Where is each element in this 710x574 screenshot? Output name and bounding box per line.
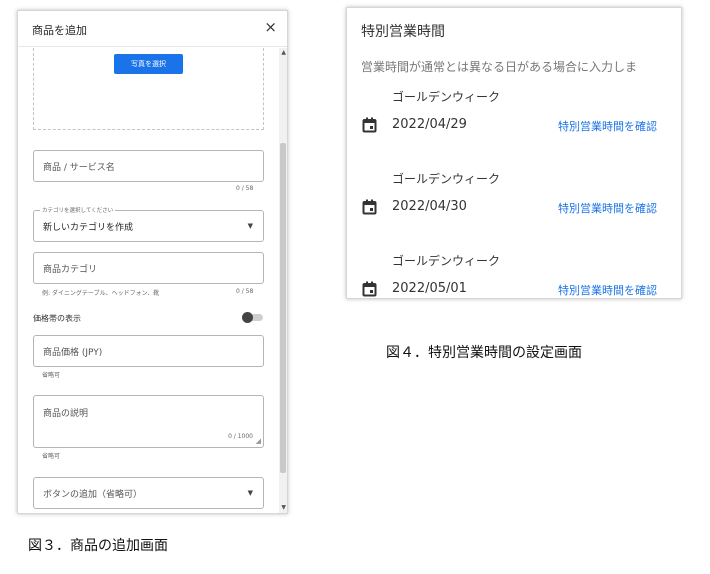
figure-4-caption: 図４．特別営業時間の設定画面 — [386, 345, 582, 361]
price-range-label: 価格帯の表示 — [33, 314, 81, 323]
resize-grip-icon[interactable]: ◢ — [256, 437, 261, 445]
product-description-counter: 0 / 1000 — [228, 433, 253, 440]
product-price-field[interactable]: 商品価格 (JPY) — [33, 335, 264, 367]
product-name-field[interactable]: 商品 / サービス名 — [33, 150, 264, 182]
figure-3-caption: 図３．商品の追加画面 — [28, 538, 168, 554]
scroll-down-arrow-icon[interactable]: ▼ — [281, 504, 286, 511]
entry-name: ゴールデンウィーク — [392, 172, 501, 186]
entry-name: ゴールデンウィーク — [392, 90, 501, 104]
product-category-placeholder: 商品カテゴリ — [43, 265, 98, 275]
special-hours-description: 営業時間が通常とは異なる日がある場合に入力しま — [361, 60, 638, 74]
add-button-placeholder: ボタンの追加（省略可） — [43, 490, 143, 500]
close-icon[interactable]: × — [264, 18, 277, 36]
entry-date: 2022/04/30 — [392, 199, 467, 214]
product-description-field[interactable]: 商品の説明 0 / 1000 ◢ — [33, 395, 264, 448]
view-special-hours-link[interactable]: 特別営業時間を確認 — [558, 200, 657, 216]
chevron-down-icon: ▼ — [247, 222, 253, 230]
photo-upload-area[interactable]: 写真を選択 — [33, 48, 264, 130]
product-category-example: 例: ダイニングテーブル、ヘッドフォン、靴 — [42, 290, 160, 297]
add-button-select[interactable]: ボタンの追加（省略可） ▼ — [33, 477, 264, 509]
category-select[interactable]: カテゴリを選択してください 新しいカテゴリを作成 ▼ — [33, 206, 264, 242]
product-name-placeholder: 商品 / サービス名 — [43, 163, 115, 173]
product-price-placeholder: 商品価格 (JPY) — [43, 348, 103, 358]
category-select-value: 新しいカテゴリを作成 — [43, 223, 134, 233]
select-photo-button[interactable]: 写真を選択 — [114, 54, 183, 74]
product-name-counter: 0 / 58 — [236, 185, 254, 192]
dialog-header: 商品を追加 × — [18, 11, 287, 47]
calendar-icon — [362, 117, 377, 133]
scrollbar-thumb[interactable] — [280, 143, 286, 473]
calendar-icon — [362, 281, 377, 297]
special-hours-title: 特別営業時間 — [361, 24, 445, 40]
product-category-field[interactable]: 商品カテゴリ — [33, 252, 264, 284]
entry-date: 2022/05/01 — [392, 281, 467, 296]
product-price-note: 省略可 — [42, 372, 61, 379]
calendar-icon — [362, 199, 377, 215]
view-special-hours-link[interactable]: 特別営業時間を確認 — [558, 282, 657, 298]
category-select-legend: カテゴリを選択してください — [40, 206, 116, 214]
add-product-dialog: 商品を追加 × ▲ ▼ 写真を選択 商品 / サービス名 0 / 58 カテゴリ… — [17, 10, 288, 514]
price-range-toggle[interactable] — [242, 312, 264, 323]
chevron-down-icon: ▼ — [247, 489, 253, 497]
dialog-title: 商品を追加 — [32, 24, 87, 37]
entry-name: ゴールデンウィーク — [392, 254, 501, 268]
view-special-hours-link[interactable]: 特別営業時間を確認 — [558, 118, 657, 134]
entry-date: 2022/04/29 — [392, 117, 467, 132]
toggle-knob — [242, 312, 253, 323]
product-description-note: 省略可 — [42, 453, 61, 460]
product-category-counter: 0 / 58 — [236, 288, 254, 295]
special-hours-panel: 特別営業時間 営業時間が通常とは異なる日がある場合に入力しま ゴールデンウィーク… — [346, 7, 682, 299]
product-description-placeholder: 商品の説明 — [43, 409, 89, 419]
scroll-up-arrow-icon[interactable]: ▲ — [281, 49, 286, 56]
